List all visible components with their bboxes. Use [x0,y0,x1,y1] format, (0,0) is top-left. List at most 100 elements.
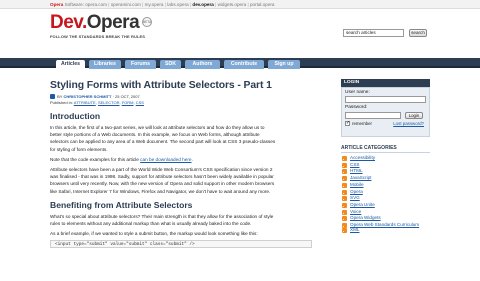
tab-libraries[interactable]: Libraries [89,60,121,69]
paragraph-line: What's so special about attribute select… [50,213,274,219]
paragraph-line: rules to elements without any additional… [50,221,252,227]
paragraph-line: In this article, the first of a two-part… [50,125,265,130]
paragraph-line: was finalised - that was in 1998. Sadly,… [50,174,274,180]
network-link-labs-opera[interactable]: labs.opera [167,2,188,7]
note-prefix: Note that the code examples for this art… [50,156,141,162]
rss-icon[interactable] [342,209,347,215]
logo-dev-text: Dev [50,12,82,33]
network-link-widgets-opera[interactable]: widgets.opera [218,2,247,7]
paragraph-download-note: Note that the code examples for this art… [50,156,334,163]
login-form: User name: Password: Login remember Lost… [341,87,430,137]
rss-icon[interactable] [342,156,347,161]
network-link-opera-com[interactable]: Software: opera.com [65,2,107,7]
login-heading: LOGIN [341,79,430,87]
category-link-voice[interactable]: Voice [350,209,361,214]
category-link-opera-widgets[interactable]: Opera Widgets [350,215,381,220]
category-item: Opera Widgets [341,215,430,222]
network-link-my-opera[interactable]: my.opera [145,2,164,7]
rss-icon[interactable] [342,202,347,208]
category-item: Opera Unite [341,202,430,209]
search-button[interactable]: search [409,29,427,37]
tab-sdk[interactable]: SDK [160,60,181,69]
lost-password-link[interactable]: Lost password? [393,120,424,127]
remember-row: remember Lost password? [345,120,426,127]
category-link-svg[interactable]: SVG [350,195,360,200]
logo-opera-text: Opera [86,12,140,33]
category-link-accessibility[interactable]: Accessibility [350,155,375,160]
sidebar: LOGIN User name: Password: Login remembe… [341,79,430,234]
paragraph-line: for styling of form elements. [50,146,108,152]
category-item: XML [341,227,430,234]
category-item: Mobile [341,182,430,189]
category-link-opera-unite[interactable]: Opera Unite [350,202,375,207]
network-brand: Opera [50,2,64,7]
paragraph-line: selectors can be applied to any area of … [50,139,276,145]
paragraph-benefits: What's so special about attribute select… [50,213,334,227]
heading-introduction: Introduction [50,111,101,121]
category-item: CSS [341,162,430,169]
rss-icon[interactable] [342,182,347,188]
tab-forums[interactable]: Forums [125,60,156,69]
category-item: JavaScript [341,175,430,182]
category-item: Accessibility [341,155,430,162]
category-link-opera[interactable]: Opera [350,189,363,194]
password-label: Password: [345,105,368,110]
network-link-dev-opera[interactable]: dev.opera [192,2,213,7]
categories-heading: ARTICLE CATEGORIES [341,145,430,153]
remember-checkbox[interactable] [345,120,350,127]
category-list: Accessibility CSS HTML JavaScript Mobile… [341,155,430,234]
network-bar: Opera Software: opera.com | operamini.co… [0,0,480,9]
beta-badge: BETA [142,17,152,27]
author-link[interactable]: CHRISTOPHER SCHMITT [64,94,112,99]
username-field[interactable] [345,96,426,103]
tag-link-css[interactable]: CSS [136,100,144,105]
paragraph-line: browsers until very recently. Now, with … [50,181,275,187]
dev-opera-logo[interactable]: Dev.Opera FOLLOW THE STANDARDS BREAK THE… [50,13,160,45]
rss-icon[interactable] [342,196,347,202]
category-item: HTML [341,168,430,175]
byline-by: BY [57,94,63,99]
tag-link-attribute[interactable]: ATTRIBUTE [74,100,96,105]
category-link-web-standards-curriculum[interactable]: Opera Web Standards Curriculum [350,222,419,227]
category-item: Opera [341,189,430,196]
network-link-portal-opera[interactable]: portal.opera [250,2,275,7]
rss-icon[interactable] [342,162,347,168]
article: Styling Forms with Attribute Selectors -… [50,80,334,249]
tab-contribute[interactable]: Contribute [224,60,264,69]
category-link-css[interactable]: CSS [350,162,359,167]
password-field[interactable] [345,112,401,119]
category-link-mobile[interactable]: Mobile [350,182,364,187]
code-example: <input type="submit" value="submit" clas… [50,240,312,249]
tag-link-selector[interactable]: SELECTOR [98,100,120,105]
login-button[interactable]: Login [405,112,423,119]
note-suffix: . [191,156,193,162]
article-title: Styling Forms with Attribute Selectors -… [50,80,272,91]
tab-sign-up[interactable]: Sign up [268,60,300,69]
paragraph-intro: In this article, the first of a two-part… [50,124,334,153]
category-link-javascript[interactable]: JavaScript [350,175,371,180]
paragraph-history: Attribute selectors have been a part of … [50,166,334,195]
rss-icon[interactable] [342,228,347,234]
rss-icon[interactable] [342,169,347,175]
logo-tagline: FOLLOW THE STANDARDS BREAK THE RULES [50,34,146,39]
category-link-html[interactable]: HTML [350,168,363,173]
rss-icon[interactable] [342,216,347,222]
heading-benefiting: Benefiting from Attribute Selectors [50,199,193,210]
tag-link-form[interactable]: FORM [122,100,134,105]
published-in: Published in: ATTRIBUTE, SELECTOR, FORM,… [50,100,144,105]
paragraph-line: better style portions of a Web documents… [50,132,260,138]
category-link-xml[interactable]: XML [350,227,359,232]
rss-icon[interactable] [342,176,347,182]
remember-label: remember [352,121,373,126]
paragraph-example: As a brief example, if we wanted to styl… [50,231,258,237]
author-icon [50,94,55,99]
tab-articles[interactable]: Articles [56,60,85,70]
rss-icon[interactable] [342,189,347,195]
category-item: Voice [341,209,430,216]
download-link[interactable]: can be downloaded here [140,157,191,162]
published-label: Published in: [50,100,73,105]
network-link-operamini[interactable]: operamini.com [111,2,141,7]
search-input[interactable]: search articles [343,29,404,37]
paragraph-line: like Safari, Internet Explorer 7 for Win… [50,188,271,194]
tab-authors[interactable]: Authors [185,60,220,69]
